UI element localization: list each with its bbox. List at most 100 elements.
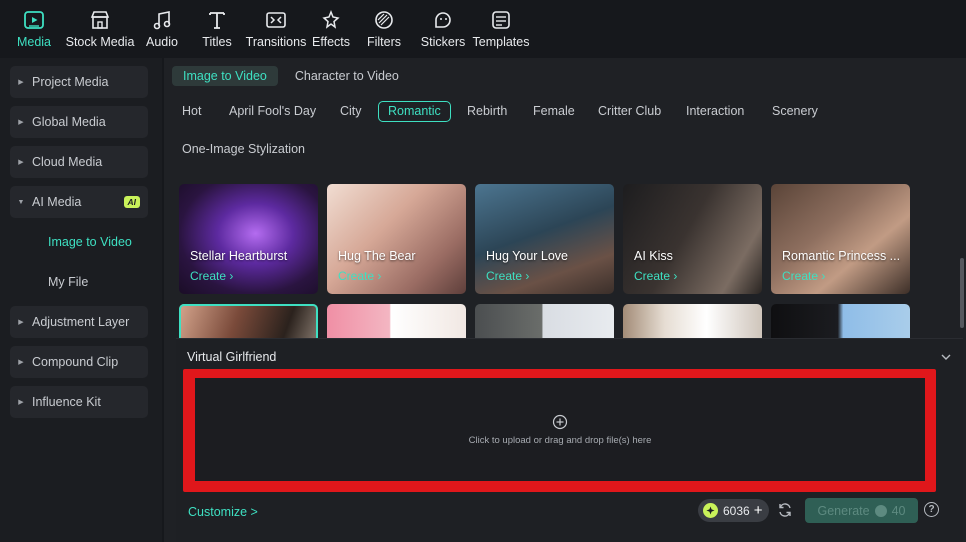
chevron-down-icon[interactable] (939, 350, 953, 364)
templates-icon (489, 8, 513, 32)
card-create-link[interactable]: Create › (190, 269, 233, 283)
titles-icon (205, 8, 229, 32)
template-card[interactable]: Stellar Heartburst Create › (179, 184, 318, 294)
sidebar-item-adjustment-layer[interactable]: ▶ Adjustment Layer (10, 306, 148, 338)
sidebar-item-label: Project Media (32, 75, 109, 89)
chevron-right-icon: ▶ (18, 159, 24, 166)
chevron-right-icon: ▶ (18, 119, 24, 126)
category-rebirth[interactable]: Rebirth (457, 101, 517, 122)
toolbar-transitions[interactable]: Transitions (245, 8, 307, 49)
toolbar-templates-label: Templates (472, 35, 530, 49)
top-toolbar: Media Stock Media Audio Titles Transitio… (0, 0, 966, 58)
generate-label: Generate (817, 503, 870, 518)
toolbar-audio[interactable]: Audio (143, 8, 181, 49)
card-title: AI Kiss (634, 249, 673, 263)
chevron-right-icon: ▶ (18, 399, 24, 406)
sidebar-subitem-label: My File (48, 275, 89, 289)
sidebar-item-label: Compound Clip (32, 355, 119, 369)
tab-character-to-video[interactable]: Character to Video (284, 66, 410, 86)
stickers-icon (431, 8, 455, 32)
transitions-icon (264, 8, 288, 32)
sidebar: ▶ Project Media ▶ Global Media ▶ Cloud M… (0, 58, 162, 542)
ai-badge: AI (123, 196, 140, 208)
category-city[interactable]: City (330, 101, 372, 122)
sidebar-subitem-my-file[interactable]: My File (48, 266, 162, 298)
chevron-right-icon: ▶ (18, 319, 24, 326)
category-interaction[interactable]: Interaction (676, 101, 754, 122)
toolbar-stickers[interactable]: Stickers (420, 8, 466, 49)
card-create-link[interactable]: Create › (782, 269, 825, 283)
template-card[interactable] (327, 304, 466, 338)
sidebar-item-label: Cloud Media (32, 155, 103, 169)
add-circle-icon (552, 414, 568, 429)
sidebar-subitem-image-to-video[interactable]: Image to Video (48, 226, 162, 258)
chevron-right-icon: ▶ (18, 79, 24, 86)
upload-hint: Click to upload or drag and drop file(s)… (468, 434, 652, 446)
template-card-selected[interactable] (179, 304, 318, 338)
audio-icon (150, 8, 174, 32)
category-female[interactable]: Female (523, 101, 585, 122)
generate-cost: 40 (891, 503, 906, 518)
generate-button[interactable]: Generate 40 (805, 498, 918, 523)
toolbar-effects-label: Effects (312, 35, 350, 49)
generate-panel: Virtual Girlfriend Click to upload or dr… (176, 338, 963, 542)
category-april-fools-day[interactable]: April Fool's Day (219, 101, 326, 122)
sidebar-item-label: AI Media (32, 195, 82, 209)
template-grid: Stellar Heartburst Create › Hug The Bear… (164, 184, 958, 338)
sidebar-item-compound-clip[interactable]: ▶ Compound Clip (10, 346, 148, 378)
template-card[interactable] (771, 304, 910, 338)
template-card[interactable] (623, 304, 762, 338)
help-icon[interactable]: ? (924, 502, 939, 517)
card-create-link[interactable]: Create › (338, 269, 381, 283)
template-card[interactable]: AI Kiss Create › (623, 184, 762, 294)
scrollbar[interactable] (960, 258, 964, 328)
card-title: Hug The Bear (338, 249, 416, 263)
category-one-image-stylization[interactable]: One-Image Stylization (172, 139, 315, 160)
upload-highlight-frame: Click to upload or drag and drop file(s)… (183, 369, 936, 492)
toolbar-transitions-label: Transitions (245, 35, 307, 49)
add-credits-icon[interactable]: + (754, 502, 763, 519)
chevron-down-icon: ▼ (17, 198, 25, 206)
card-title: Hug Your Love (486, 249, 569, 263)
sidebar-item-ai-media[interactable]: ▼ AI Media AI (10, 186, 148, 218)
sidebar-item-label: Influence Kit (32, 395, 101, 409)
chevron-right-icon: ▶ (18, 359, 24, 366)
toolbar-stock-media-label: Stock Media (65, 35, 135, 49)
toolbar-filters[interactable]: Filters (367, 8, 401, 49)
upload-dropzone[interactable]: Click to upload or drag and drop file(s)… (195, 378, 925, 481)
filters-icon (372, 8, 396, 32)
sidebar-item-cloud-media[interactable]: ▶ Cloud Media (10, 146, 148, 178)
toolbar-templates[interactable]: Templates (472, 8, 530, 49)
toolbar-audio-label: Audio (146, 35, 178, 49)
sidebar-item-global-media[interactable]: ▶ Global Media (10, 106, 148, 138)
customize-link[interactable]: Customize > (188, 505, 258, 519)
credits-value: 6036 (723, 503, 750, 518)
credits-pill[interactable]: 6036 + (698, 499, 769, 522)
card-create-link[interactable]: Create › (634, 269, 677, 283)
card-create-link[interactable]: Create › (486, 269, 529, 283)
toolbar-stock-media[interactable]: Stock Media (64, 8, 136, 49)
panel-title: Virtual Girlfriend (187, 350, 277, 364)
template-card[interactable]: Hug The Bear Create › (327, 184, 466, 294)
category-hot[interactable]: Hot (172, 101, 211, 122)
stock-media-icon (88, 8, 112, 32)
category-scenery[interactable]: Scenery (762, 101, 828, 122)
sidebar-item-project-media[interactable]: ▶ Project Media (10, 66, 148, 98)
toolbar-stickers-label: Stickers (420, 35, 466, 49)
category-critter-club[interactable]: Critter Club (588, 101, 671, 122)
template-card[interactable]: Hug Your Love Create › (475, 184, 614, 294)
card-title: Stellar Heartburst (190, 249, 288, 263)
template-card[interactable] (475, 304, 614, 338)
toolbar-titles-label: Titles (202, 35, 232, 49)
category-romantic[interactable]: Romantic (378, 101, 451, 122)
toolbar-effects[interactable]: Effects (312, 8, 350, 49)
toolbar-titles[interactable]: Titles (199, 8, 235, 49)
toolbar-media[interactable]: Media (12, 8, 56, 49)
toolbar-filters-label: Filters (366, 35, 402, 49)
main-panel: Image to Video Character to Video Hot Ap… (164, 58, 966, 542)
tab-image-to-video[interactable]: Image to Video (172, 66, 278, 86)
refresh-icon[interactable] (777, 502, 793, 518)
sidebar-item-label: Global Media (32, 115, 106, 129)
template-card[interactable]: Romantic Princess ... Create › (771, 184, 910, 294)
sidebar-item-influence-kit[interactable]: ▶ Influence Kit (10, 386, 148, 418)
